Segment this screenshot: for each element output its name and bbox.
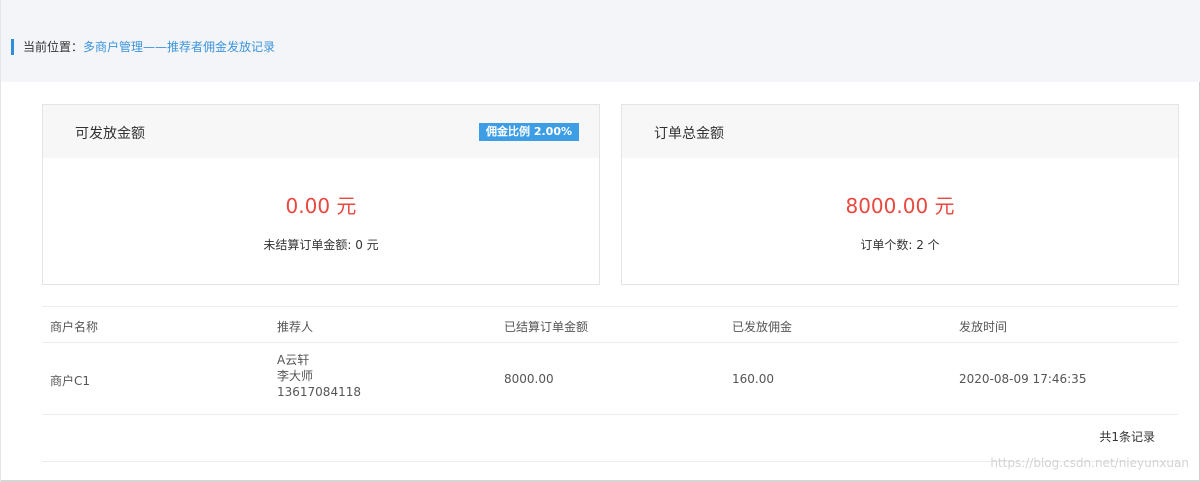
column-header-merchant: 商户名称 xyxy=(50,320,99,334)
available-amount-value: 0.00 元 xyxy=(285,194,357,218)
available-amount-card: 可发放金额 佣金比例 2.00% 0.00 元 未结算订单金额: 0 元 xyxy=(42,104,600,285)
order-count-text: 订单个数: 2 个 xyxy=(860,238,940,252)
referrer-phone: 13617084118 xyxy=(277,385,361,399)
column-header-commission: 已发放佣金 xyxy=(732,320,793,334)
merchant-name: 商户C1 xyxy=(50,374,91,388)
breadcrumb: 当前位置：多商户管理——推荐者佣金发放记录 xyxy=(11,39,275,55)
breadcrumb-label: 当前位置： xyxy=(23,40,84,54)
column-header-referrer: 推荐人 xyxy=(277,320,314,334)
column-header-settled-amount: 已结算订单金额 xyxy=(504,320,589,334)
table-footer: 共1条记录 xyxy=(42,415,1178,462)
card-title: 订单总金额 xyxy=(654,126,724,142)
unsettled-amount-text: 未结算订单金额: 0 元 xyxy=(263,238,379,252)
settled-amount: 8000.00 xyxy=(504,372,554,386)
watermark-text: https://blog.csdn.net/nieyunxuan xyxy=(990,456,1189,470)
page: 当前位置：多商户管理——推荐者佣金发放记录 可发放金额 佣金比例 2.00% 0… xyxy=(0,0,1200,482)
record-count: 共1条记录 xyxy=(1099,430,1155,444)
order-total-value: 8000.00 元 xyxy=(845,194,955,218)
column-header-time: 发放时间 xyxy=(959,320,1008,334)
referrer-account: A云轩 xyxy=(277,353,310,367)
commission-rate-badge: 佣金比例 2.00% xyxy=(479,123,579,141)
table-header: 商户名称 推荐人 已结算订单金额 已发放佣金 发放时间 xyxy=(42,307,1178,343)
card-header: 订单总金额 xyxy=(622,105,1178,158)
table-row: 商户C1 A云轩 李大师 13617084118 8000.00 160.00 … xyxy=(42,343,1178,415)
card-header: 可发放金额 佣金比例 2.00% xyxy=(43,105,599,158)
referrer-name: 李大师 xyxy=(277,369,314,383)
commission-table: 商户名称 推荐人 已结算订单金额 已发放佣金 发放时间 商户C1 A云轩 李大师… xyxy=(42,306,1178,415)
referrer-info: A云轩 李大师 13617084118 xyxy=(277,352,361,400)
commission-paid: 160.00 xyxy=(732,372,774,386)
card-title: 可发放金额 xyxy=(75,126,145,142)
order-total-card: 订单总金额 8000.00 元 订单个数: 2 个 xyxy=(621,104,1179,285)
payout-time: 2020-08-09 17:46:35 xyxy=(959,372,1087,386)
breadcrumb-path-link[interactable]: 多商户管理——推荐者佣金发放记录 xyxy=(83,40,275,54)
